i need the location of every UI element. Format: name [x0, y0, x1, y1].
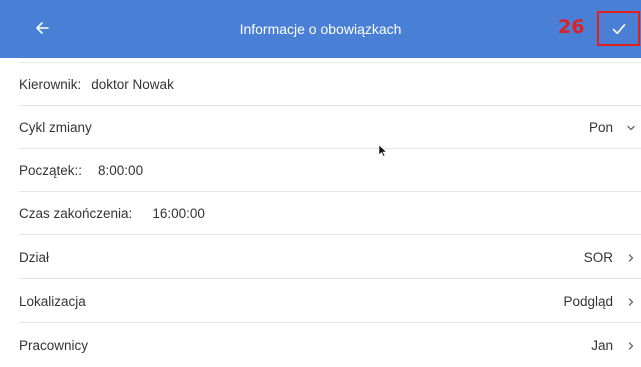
end-time-value: 16:00:00 — [152, 206, 205, 221]
back-button[interactable] — [30, 16, 54, 40]
chevron-right-icon — [625, 280, 637, 323]
row-location[interactable]: Lokalizacja Podgląd — [0, 280, 641, 323]
location-value: Podgląd — [563, 294, 613, 309]
employees-label: Pracownicy — [19, 338, 89, 353]
row-manager: Kierownik: doktor Nowak — [0, 63, 641, 106]
start-time-label: Początek:: — [19, 163, 83, 178]
row-end-time[interactable]: Czas zakończenia: 16:00:00 — [0, 192, 641, 235]
department-value: SOR — [583, 250, 613, 265]
location-label: Lokalizacja — [19, 294, 86, 309]
row-shift-cycle[interactable]: Cykl zmiany Pon — [0, 106, 641, 149]
row-start-time[interactable]: Początek:: 8:00:00 — [0, 149, 641, 192]
row-department[interactable]: Dział SOR — [0, 236, 641, 279]
app-header: Informacje o obowiązkach 26 — [0, 0, 641, 58]
arrow-left-icon — [36, 22, 49, 34]
page-title: Informacje o obowiązkach — [239, 21, 402, 37]
start-time-value: 8:00:00 — [98, 163, 144, 178]
manager-value: doktor Nowak — [91, 77, 174, 92]
department-label: Dział — [19, 250, 50, 265]
end-time-label: Czas zakończenia: — [19, 206, 133, 221]
manager-label: Kierownik: — [19, 77, 82, 92]
chevron-down-icon — [625, 106, 637, 149]
check-icon — [612, 23, 625, 34]
confirm-button[interactable] — [597, 11, 640, 46]
step-marker: 26 — [558, 16, 585, 38]
shift-cycle-label: Cykl zmiany — [19, 120, 92, 135]
mouse-cursor-icon — [379, 145, 387, 157]
chevron-right-icon — [625, 236, 637, 279]
shift-cycle-value: Pon — [588, 120, 613, 135]
